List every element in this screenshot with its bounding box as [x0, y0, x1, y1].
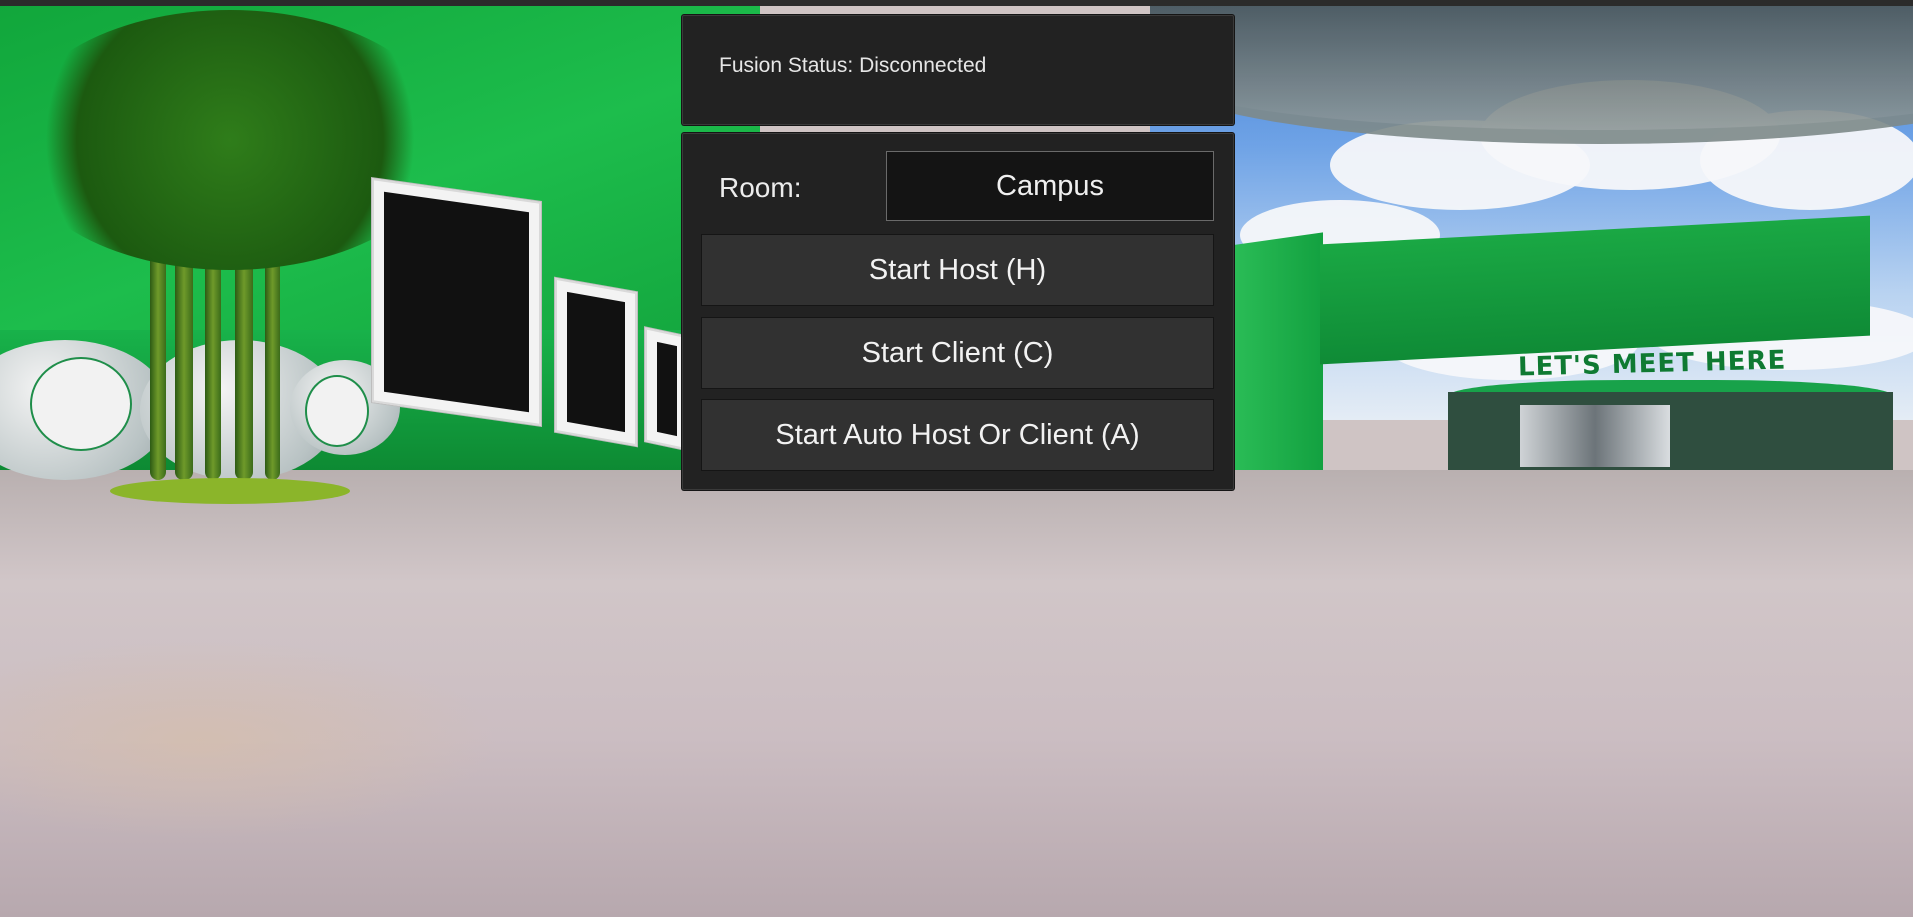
start-client-button[interactable]: Start Client (C) [701, 317, 1214, 389]
connection-panel: Room: Start Host (H) Start Client (C) St… [682, 133, 1234, 490]
planter [110, 478, 350, 504]
pavilion-screen [1520, 405, 1670, 467]
room-label: Room: [719, 172, 802, 203]
logo-badge [305, 375, 369, 447]
connection-status: Fusion Status: Disconnected [719, 54, 987, 77]
pavilion [1448, 392, 1893, 474]
room-input[interactable] [886, 151, 1214, 221]
top-strip [0, 0, 1913, 6]
picture-frame [372, 178, 541, 426]
logo-badge [30, 357, 132, 451]
picture-frame [555, 277, 637, 447]
start-host-button[interactable]: Start Host (H) [701, 234, 1214, 306]
status-panel: Fusion Status: Disconnected [682, 15, 1234, 125]
start-auto-button[interactable]: Start Auto Host Or Client (A) [701, 399, 1214, 471]
floor-highlight [0, 640, 500, 840]
